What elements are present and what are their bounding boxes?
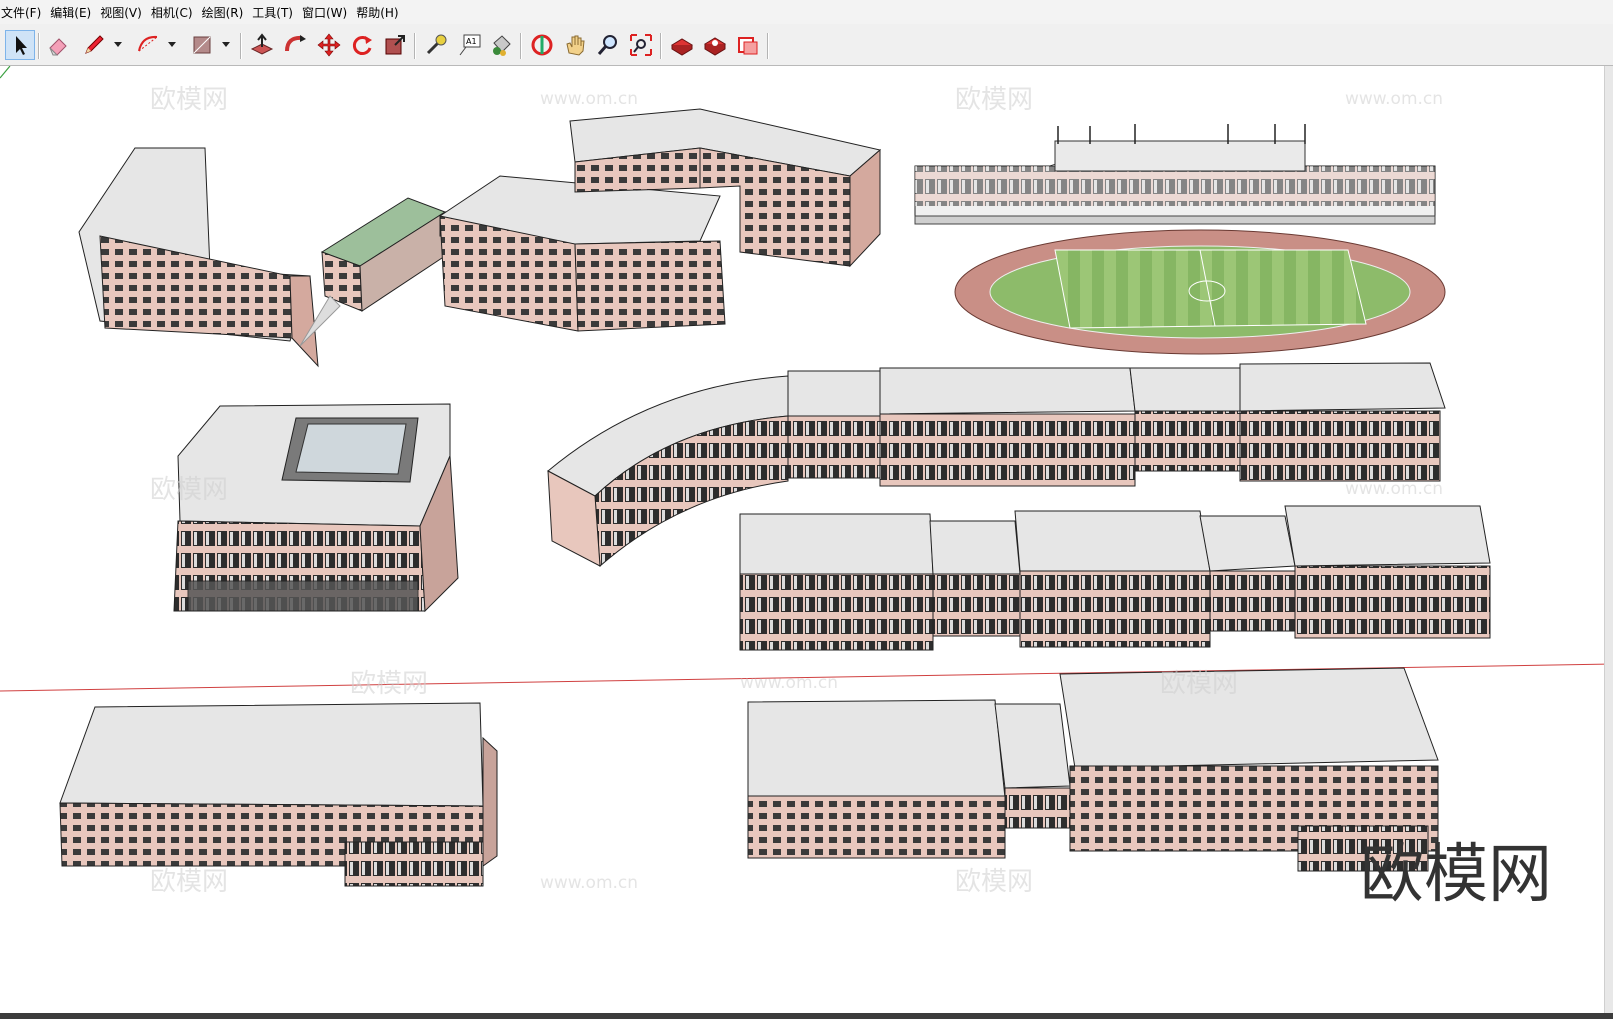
pencil-icon: [85, 35, 104, 54]
eraser-tool-button[interactable]: [44, 31, 72, 59]
menu-draw[interactable]: 绘图(R): [202, 4, 253, 21]
l-shaped-building[interactable]: [78, 147, 319, 368]
watermark-logo: 欧模网: [955, 867, 1033, 897]
menu-help[interactable]: 帮助(H): [356, 4, 407, 21]
office-building-bottom-right[interactable]: [747, 667, 1439, 872]
follow-me-icon: [285, 35, 306, 52]
sports-field-track[interactable]: [954, 229, 1446, 355]
arc-icon: [138, 35, 158, 52]
watermark-logo: 欧模网: [1160, 669, 1238, 699]
stadium-grandstand[interactable]: [914, 124, 1436, 225]
text-tool-label: A1: [466, 37, 477, 46]
shape-dropdown-chevron-down-icon[interactable]: [221, 39, 231, 49]
menu-bar: 文件(F) 编辑(E) 视图(V) 相机(C) 绘图(R) 工具(T) 窗口(W…: [0, 0, 1613, 24]
tape-measure-tool-button[interactable]: [422, 31, 450, 59]
model-scene: 欧模网 www.om.cn 欧模网 www.om.cn 欧模网 www.om.c…: [0, 66, 1613, 912]
watermark-url: www.om.cn: [1345, 89, 1443, 109]
text-tool-button[interactable]: A1: [456, 31, 484, 59]
move-icon: [317, 33, 341, 57]
green-axis-line: [0, 66, 11, 79]
push-pull-tool-button[interactable]: [248, 31, 276, 59]
orbit-icon: [531, 34, 553, 56]
pan-icon: [566, 35, 585, 56]
paint-bucket-icon: [493, 35, 511, 56]
glass-connector-building[interactable]: [320, 197, 447, 312]
line-dropdown-chevron-down-icon[interactable]: [113, 39, 123, 49]
corner-watermark-logo: 欧模网: [1360, 838, 1552, 912]
warehouse-icon: [671, 38, 693, 56]
angled-classroom-building[interactable]: [439, 175, 726, 332]
office-building-bottom-left[interactable]: [59, 702, 498, 887]
scale-icon: [385, 35, 405, 55]
watermark-url: www.om.cn: [1345, 479, 1443, 499]
watermark-logo: 欧模网: [150, 867, 228, 897]
zoom-icon: [597, 35, 617, 55]
warehouse-tool-button[interactable]: [668, 31, 696, 59]
watermark-url: www.om.cn: [540, 89, 638, 109]
arc-dropdown-chevron-down-icon[interactable]: [167, 39, 177, 49]
select-icon: [16, 36, 27, 55]
orbit-tool-button[interactable]: [528, 31, 556, 59]
watermark-logo: 欧模网: [150, 85, 228, 115]
rotate-tool-button[interactable]: [348, 31, 376, 59]
text-icon: A1: [459, 34, 481, 56]
follow-me-tool-button[interactable]: [282, 31, 310, 59]
extension-warehouse-tool-button[interactable]: [701, 31, 729, 59]
move-tool-button[interactable]: [315, 31, 343, 59]
status-bar: [0, 1013, 1613, 1019]
menu-edit[interactable]: 编辑(E): [50, 4, 100, 21]
zoom-tool-button[interactable]: [594, 31, 622, 59]
shape-tool-button[interactable]: [188, 31, 216, 59]
extension-warehouse-icon: [704, 37, 726, 56]
rotate-icon: [352, 36, 372, 55]
watermark-url: www.om.cn: [540, 873, 638, 893]
watermark-logo: 欧模网: [150, 475, 228, 505]
toolbar: A1: [0, 24, 1613, 66]
zoom-extents-icon: [630, 34, 652, 56]
watermark-logo: 欧模网: [955, 85, 1033, 115]
layout-icon: [738, 37, 758, 55]
scale-tool-button[interactable]: [381, 31, 409, 59]
watermark-url: www.om.cn: [740, 673, 838, 693]
paint-bucket-tool-button[interactable]: [487, 31, 515, 59]
tape-measure-icon: [426, 34, 447, 55]
rectangle-icon: [193, 36, 211, 54]
teaching-building-row-1[interactable]: [787, 362, 1446, 487]
line-tool-button[interactable]: [80, 31, 108, 59]
zoom-extents-tool-button[interactable]: [627, 31, 655, 59]
model-viewport[interactable]: 欧模网 www.om.cn 欧模网 www.om.cn 欧模网 www.om.c…: [0, 66, 1613, 1013]
square-library-building[interactable]: [173, 403, 459, 613]
menu-window[interactable]: 窗口(W): [302, 4, 356, 21]
menu-tools[interactable]: 工具(T): [252, 4, 302, 21]
menu-view[interactable]: 视图(V): [100, 4, 151, 21]
eraser-icon: [49, 38, 67, 56]
watermark-logo: 欧模网: [350, 669, 428, 699]
vertical-scrollbar[interactable]: [1604, 66, 1613, 1013]
pan-tool-button[interactable]: [561, 31, 589, 59]
push-pull-icon: [250, 33, 274, 55]
teaching-building-row-2[interactable]: [739, 505, 1491, 651]
arc-tool-button[interactable]: [134, 31, 162, 59]
menu-camera[interactable]: 相机(C): [151, 4, 202, 21]
layout-tool-button[interactable]: [734, 31, 762, 59]
menu-file[interactable]: 文件(F): [0, 4, 50, 21]
select-tool-button[interactable]: [5, 30, 35, 60]
